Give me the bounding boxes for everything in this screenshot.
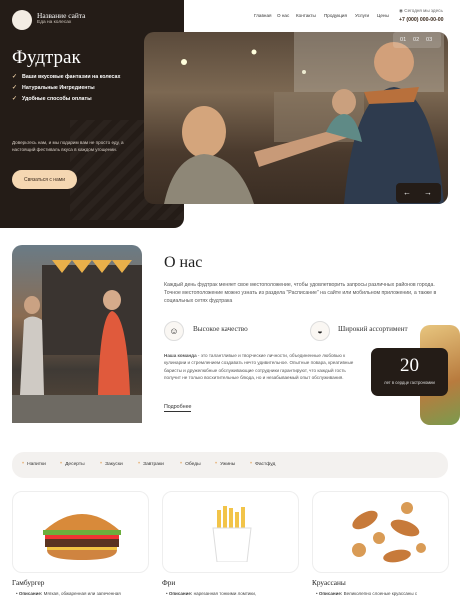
card-title: Фри <box>162 578 176 587</box>
hero-feature: ✓ Ваши вкусовые фантазии на колесах <box>12 73 121 81</box>
logo[interactable] <box>12 10 32 30</box>
product-card-fries[interactable] <box>162 491 299 573</box>
feature-quality: Высокое качество <box>193 325 248 333</box>
slide-1[interactable]: 01 <box>400 37 406 43</box>
hero-feature: ✓ Удобные способы оплаты <box>12 95 92 103</box>
card-description: • Описание: Великолепно слоеные круассан… <box>316 591 418 596</box>
category-fastfood[interactable]: • Фастфуд <box>250 461 275 467</box>
hero-image <box>144 32 448 204</box>
about-title: О нас <box>164 254 203 271</box>
dot-icon: • <box>60 461 63 467</box>
nav-item-home[interactable]: Главная <box>254 13 271 18</box>
category-drinks[interactable]: • Напитки <box>22 461 46 467</box>
product-card-croissants[interactable] <box>312 491 449 573</box>
more-link[interactable]: Подробнее <box>164 404 192 412</box>
dot-icon: • <box>100 461 103 467</box>
about-image <box>12 245 142 423</box>
card-description: • Описание: нарезанная тонкими ломтики, <box>166 591 257 596</box>
dot-icon: • <box>215 461 218 467</box>
card-title: Гамбургер <box>12 578 45 587</box>
chef-icon: ☺ <box>164 321 184 341</box>
hero-title: Фудтрак <box>12 47 81 68</box>
check-icon: ✓ <box>12 96 18 102</box>
category-breakfasts[interactable]: • Завтраки <box>138 461 164 467</box>
hero-feature: ✓ Натуральные Ингредиенты <box>12 84 95 92</box>
about-text: Каждый день фудтрак меняет свое местопол… <box>164 282 437 305</box>
location-note[interactable]: ◉ Сегодня мы здесь <box>399 8 443 14</box>
site-title[interactable]: Название сайта <box>37 11 85 20</box>
team-text: Наша команда - это талантливые и творчес… <box>164 353 354 381</box>
category-lunches[interactable]: • Обеды <box>180 461 201 467</box>
stat-label: лет в сердце гастрономии <box>384 380 435 385</box>
category-dinners[interactable]: • Ужины <box>215 461 235 467</box>
feature-assortment: Широкий ассортимент <box>338 325 408 333</box>
category-snacks[interactable]: • Закуски <box>100 461 123 467</box>
arrow-left-icon[interactable]: ← <box>403 188 411 197</box>
card-description: • Описание: Мягкая, обжаренная или запеч… <box>16 591 121 596</box>
dot-icon: • <box>180 461 183 467</box>
slide-3[interactable]: 03 <box>426 37 432 43</box>
stat-number: 20 <box>400 355 419 376</box>
phone-number[interactable]: +7 (000) 000-00-00 <box>399 17 444 23</box>
contact-button[interactable]: Связаться с нами <box>12 170 77 189</box>
card-title: Круассаны <box>312 578 346 587</box>
dot-icon: • <box>138 461 141 467</box>
check-icon: ✓ <box>12 85 18 91</box>
product-card-burger[interactable] <box>12 491 149 573</box>
dot-icon: • <box>250 461 253 467</box>
arrow-right-icon[interactable]: → <box>424 188 432 197</box>
check-icon: ✓ <box>12 74 18 80</box>
hero-text: Доверьтесь нам, и мы подарим вам не прос… <box>12 140 124 152</box>
nav-item-products[interactable]: Продукция <box>324 13 347 18</box>
nav-item-about[interactable]: О нас <box>277 13 289 18</box>
nav-item-prices[interactable]: Цены <box>377 13 389 18</box>
nav-item-services[interactable]: Услуги <box>355 13 369 18</box>
slide-2[interactable]: 02 <box>413 37 419 43</box>
site-subtitle: Еда на колесах <box>37 20 72 25</box>
category-desserts[interactable]: • Десерты <box>60 461 85 467</box>
dot-icon: • <box>22 461 25 467</box>
nav-item-contacts[interactable]: Контакты <box>296 13 316 18</box>
burger-icon: ◒ <box>310 321 330 341</box>
